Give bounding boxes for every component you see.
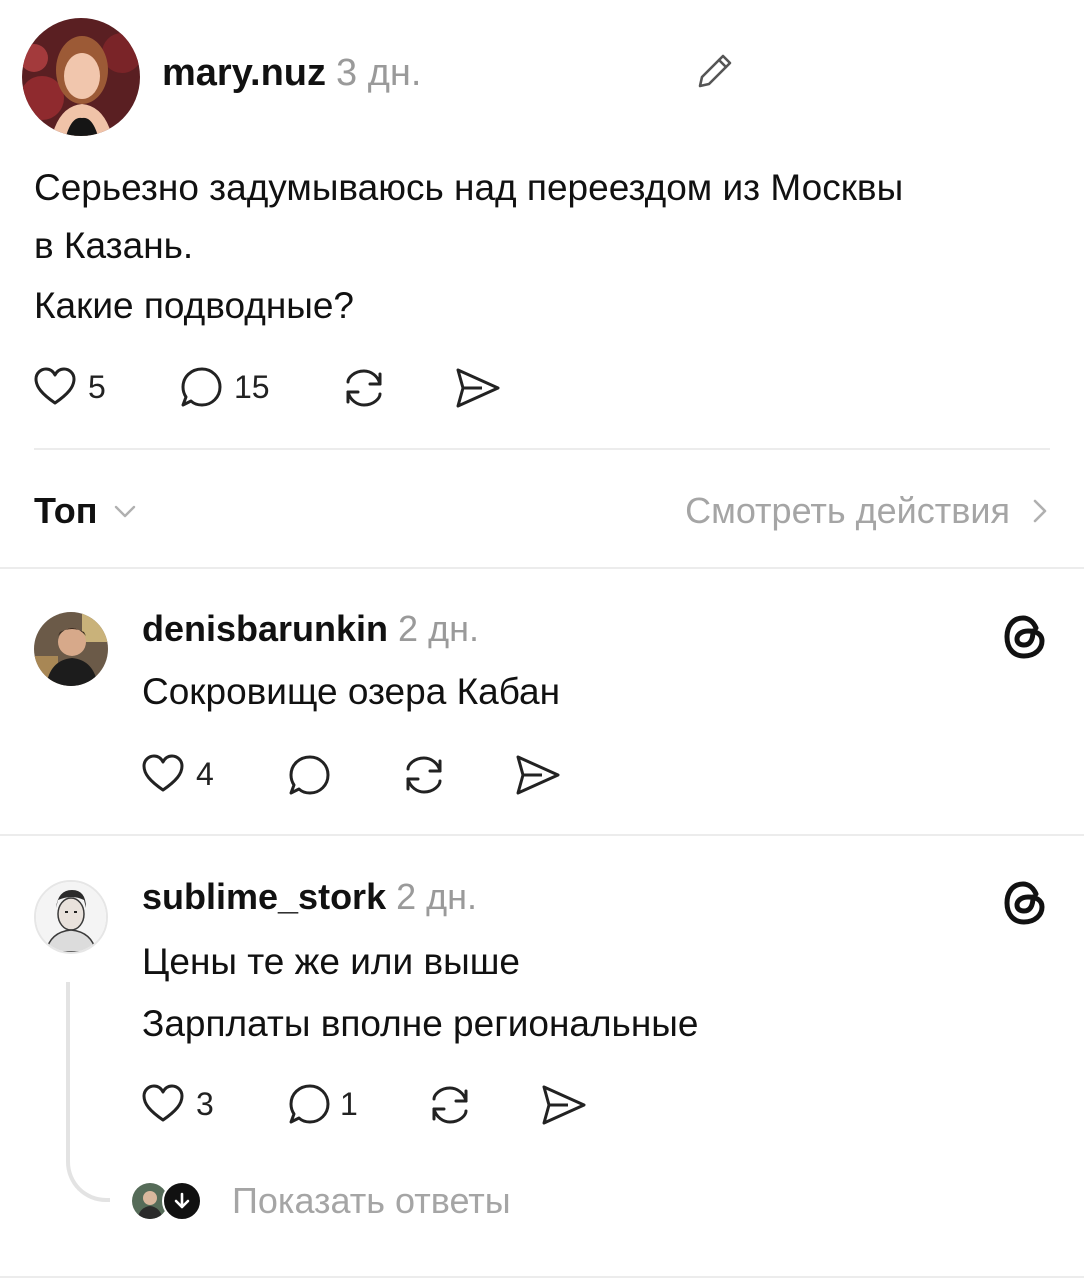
heart-icon <box>142 1084 184 1122</box>
post-avatar[interactable] <box>22 18 140 136</box>
post-like-count: 5 <box>88 368 106 405</box>
heart-icon <box>34 367 76 405</box>
sort-label: Топ <box>34 490 98 531</box>
reply-username[interactable]: sublime_stork <box>142 876 386 918</box>
repost-icon <box>346 369 382 407</box>
reply-text-line-1: Цены те же или выше <box>142 941 520 982</box>
reply-thread-line <box>66 982 110 1202</box>
post-comment-button[interactable]: 15 <box>178 364 270 410</box>
reply-like-button[interactable]: 3 <box>140 1081 214 1127</box>
reply-comment-button[interactable] <box>286 751 334 799</box>
share-icon <box>516 755 560 795</box>
comment-icon <box>289 755 330 795</box>
edit-pencil-icon[interactable] <box>692 48 738 94</box>
reply-comment-button[interactable]: 1 <box>286 1081 358 1127</box>
repost-icon <box>432 1086 468 1124</box>
bottom-divider <box>0 1276 1084 1278</box>
post-like-button[interactable]: 5 <box>32 364 106 410</box>
reply-comment-count: 1 <box>340 1085 358 1122</box>
post-time: 3 дн. <box>336 52 422 94</box>
reply-avatar[interactable] <box>34 880 108 954</box>
post-text-line-2: в Казань. <box>34 225 194 266</box>
reply-share-button[interactable] <box>512 751 562 799</box>
show-replies-label: Показать ответы <box>232 1180 511 1221</box>
comment-icon <box>181 367 222 407</box>
sort-dropdown[interactable]: Топ <box>34 490 139 532</box>
reply-username[interactable]: denisbarunkin <box>142 608 388 650</box>
reply-like-count: 3 <box>196 1085 214 1122</box>
reply-avatar[interactable] <box>34 612 108 686</box>
reply-divider <box>0 834 1084 836</box>
view-activity-link[interactable]: Смотреть действия <box>685 490 1052 532</box>
reply-text-line-2: Зарплаты вполне региональные <box>142 1003 699 1044</box>
threads-logo-icon[interactable] <box>1000 878 1050 928</box>
post-text-line-1: Серьезно задумываюсь над переездом из Мо… <box>34 167 904 208</box>
post-divider <box>34 448 1050 450</box>
repost-icon <box>406 756 442 794</box>
arrow-down-icon <box>162 1181 202 1221</box>
reply-share-button[interactable] <box>538 1081 588 1129</box>
view-activity-label: Смотреть действия <box>685 490 1010 531</box>
post-repost-button[interactable] <box>340 364 388 412</box>
reply-repost-button[interactable] <box>426 1081 474 1129</box>
post-username[interactable]: mary.nuz <box>162 52 326 95</box>
share-icon <box>456 368 500 408</box>
chevron-right-icon <box>1033 499 1047 523</box>
reply-repost-button[interactable] <box>400 751 448 799</box>
threads-logo-icon[interactable] <box>1000 612 1050 662</box>
comment-icon <box>289 1084 330 1124</box>
post-text-line-3: Какие подводные? <box>34 285 355 326</box>
heart-icon <box>142 754 184 792</box>
section-divider <box>0 567 1084 569</box>
show-replies-button[interactable]: Показать ответы <box>130 1180 511 1222</box>
post-share-button[interactable] <box>452 364 502 412</box>
post-comment-count: 15 <box>234 368 270 405</box>
share-icon <box>542 1085 586 1125</box>
reply-time: 2 дн. <box>398 608 479 649</box>
reply-time: 2 дн. <box>396 876 478 917</box>
chevron-down-icon <box>115 505 136 518</box>
reply-text-line-1: Сокровище озера Кабан <box>142 671 561 712</box>
reply-like-count: 4 <box>196 755 214 792</box>
reply-like-button[interactable]: 4 <box>140 751 214 797</box>
